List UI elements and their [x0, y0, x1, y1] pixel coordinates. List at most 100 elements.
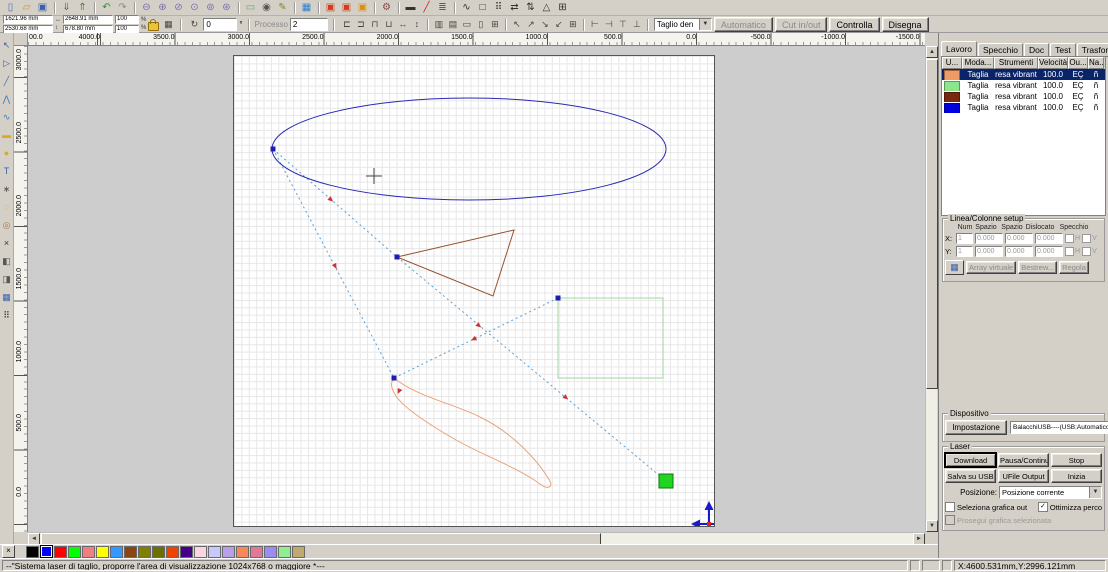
zoom-out-icon[interactable]: ⊖: [139, 1, 154, 14]
v-merge-icon[interactable]: ⇅: [523, 1, 538, 14]
horizontal-scrollbar[interactable]: ◄ ►: [28, 532, 925, 544]
layer-column-header[interactable]: U...: [942, 57, 962, 69]
palette-color-5[interactable]: [96, 546, 109, 558]
palette-color-3[interactable]: [68, 546, 81, 558]
edit-pen-icon[interactable]: ✎: [275, 1, 290, 14]
text-tool-icon[interactable]: T: [0, 162, 13, 180]
palette-color-19[interactable]: [292, 546, 305, 558]
center-h-icon[interactable]: ▥: [432, 18, 446, 31]
scale-x-field[interactable]: 100: [115, 15, 139, 24]
simulate-fast-icon[interactable]: ▣: [339, 1, 354, 14]
show-path-icon[interactable]: ◉: [259, 1, 274, 14]
freeform-curve-shape[interactable]: [392, 378, 551, 487]
simulate-icon[interactable]: ▣: [323, 1, 338, 14]
settings-gear-icon[interactable]: ⚙: [379, 1, 394, 14]
polyline-tool-icon[interactable]: ⋀: [0, 90, 13, 108]
ottimizza-percorso-checkbox[interactable]: ✓: [1038, 502, 1048, 512]
array-field[interactable]: 1: [956, 233, 973, 244]
mirror-v-checkbox[interactable]: [1082, 247, 1091, 256]
mirror-h-checkbox[interactable]: [1065, 234, 1074, 243]
layer-color-cell[interactable]: [942, 102, 962, 113]
canvas-workspace[interactable]: [28, 46, 925, 532]
palette-color-4[interactable]: [82, 546, 95, 558]
array-field[interactable]: 1: [956, 246, 973, 257]
device-dropdown[interactable]: BalacchiUSB----(USB:Automatico ▼: [1010, 421, 1108, 434]
chevron-down-icon[interactable]: ▼: [699, 19, 711, 30]
array-grid-icon-button[interactable]: ▦: [945, 260, 964, 275]
array-field[interactable]: 0.000: [975, 246, 1003, 257]
palette-color-13[interactable]: [208, 546, 221, 558]
palette-color-9[interactable]: [152, 546, 165, 558]
palette-color-12[interactable]: [194, 546, 207, 558]
import-icon[interactable]: ⇓: [59, 1, 74, 14]
palette-color-1[interactable]: [40, 545, 53, 558]
vertical-scroll-thumb[interactable]: [926, 59, 938, 389]
align-left-icon[interactable]: ⊏: [340, 18, 354, 31]
triangle-shape[interactable]: [397, 230, 514, 296]
layer-color-cell[interactable]: [942, 69, 962, 80]
tab-trasforma[interactable]: Trasforma: [1077, 43, 1108, 57]
dashed-ellipse-tool-icon[interactable]: ◌: [0, 198, 13, 216]
rectangle-shape[interactable]: [558, 298, 663, 378]
palette-color-6[interactable]: [110, 546, 123, 558]
undo-icon[interactable]: ↶: [99, 1, 114, 14]
line-tool-icon[interactable]: ╱: [0, 72, 13, 90]
palette-color-8[interactable]: [138, 546, 151, 558]
measure-icon[interactable]: ≣: [435, 1, 450, 14]
scroll-up-icon[interactable]: ▲: [926, 46, 938, 58]
node-edit-tool-icon[interactable]: ▷: [0, 54, 13, 72]
array-field[interactable]: 0.000: [975, 233, 1003, 244]
posizione-dropdown[interactable]: Posizione corrente ▼: [999, 486, 1102, 499]
save-icon[interactable]: ▣: [35, 1, 50, 14]
layer-color-cell[interactable]: [942, 80, 962, 91]
same-width-icon[interactable]: ▭: [460, 18, 474, 31]
anchor-point-icon[interactable]: ▦: [161, 18, 175, 31]
center-v-icon[interactable]: ▤: [446, 18, 460, 31]
outline-rect-icon[interactable]: ▭: [243, 1, 258, 14]
palette-color-0[interactable]: [26, 546, 39, 558]
star-tool-icon[interactable]: ∗: [0, 180, 13, 198]
laser-pen-icon[interactable]: ╱: [419, 1, 434, 14]
palette-color-7[interactable]: [124, 546, 137, 558]
mirror-v-checkbox[interactable]: [1082, 234, 1091, 243]
salva-su-usb-button[interactable]: Salva su USB: [945, 469, 996, 483]
flip-v-tool-icon[interactable]: ◨: [0, 270, 13, 288]
palette-color-16[interactable]: [250, 546, 263, 558]
layer-column-header[interactable]: Moda...: [962, 57, 994, 69]
download-button[interactable]: Download: [945, 453, 996, 467]
palette-color-2[interactable]: [54, 546, 67, 558]
layer-column-header[interactable]: Ou...: [1068, 57, 1088, 69]
width-field[interactable]: 2648.91 mm: [63, 15, 113, 24]
move-center-icon[interactable]: ⊞: [566, 18, 580, 31]
tab-doc[interactable]: Doc: [1024, 43, 1049, 57]
laser-origin-marker[interactable]: [659, 474, 673, 488]
edge-left-icon[interactable]: ⊢: [588, 18, 602, 31]
flip-h-tool-icon[interactable]: ◧: [0, 252, 13, 270]
no-color-button[interactable]: ×: [2, 545, 15, 558]
cut-mode-dropdown[interactable]: Taglio den ▼: [654, 18, 712, 31]
layer-row[interactable]: Tagliaresa vibrant100.0EÇñ: [942, 69, 1105, 80]
array-field[interactable]: 0.000: [1035, 233, 1063, 244]
pausa-continua-button[interactable]: Pausa/Continua: [998, 453, 1049, 467]
layer-column-header[interactable]: Strumenti: [994, 57, 1038, 69]
zoom-page-icon[interactable]: ⊛: [219, 1, 234, 14]
palette-color-10[interactable]: [166, 546, 179, 558]
h-merge-icon[interactable]: ⇄: [507, 1, 522, 14]
chevron-down-icon[interactable]: ▼: [1089, 487, 1101, 498]
controlla-button[interactable]: Controlla: [829, 17, 879, 32]
bitmap-tool-icon[interactable]: ◎: [0, 216, 13, 234]
zoom-all-icon[interactable]: ⊚: [203, 1, 218, 14]
array-field[interactable]: 0.000: [1005, 246, 1033, 257]
scroll-down-icon[interactable]: ▼: [926, 520, 938, 532]
delete-tool-icon[interactable]: ×: [0, 234, 13, 252]
edge-bottom-icon[interactable]: ⊥: [630, 18, 644, 31]
edge-right-icon[interactable]: ⊣: [602, 18, 616, 31]
inizia-button[interactable]: Inizia: [1051, 469, 1102, 483]
curve-tool-icon[interactable]: ∿: [0, 108, 13, 126]
select-tool-icon[interactable]: ↖: [0, 36, 13, 54]
impostazione-button[interactable]: Impostazione: [945, 420, 1007, 435]
move-top-right-icon[interactable]: ↗: [524, 18, 538, 31]
move-top-left-icon[interactable]: ↖: [510, 18, 524, 31]
array-field[interactable]: 0.000: [1005, 233, 1033, 244]
same-height-icon[interactable]: ▯: [474, 18, 488, 31]
